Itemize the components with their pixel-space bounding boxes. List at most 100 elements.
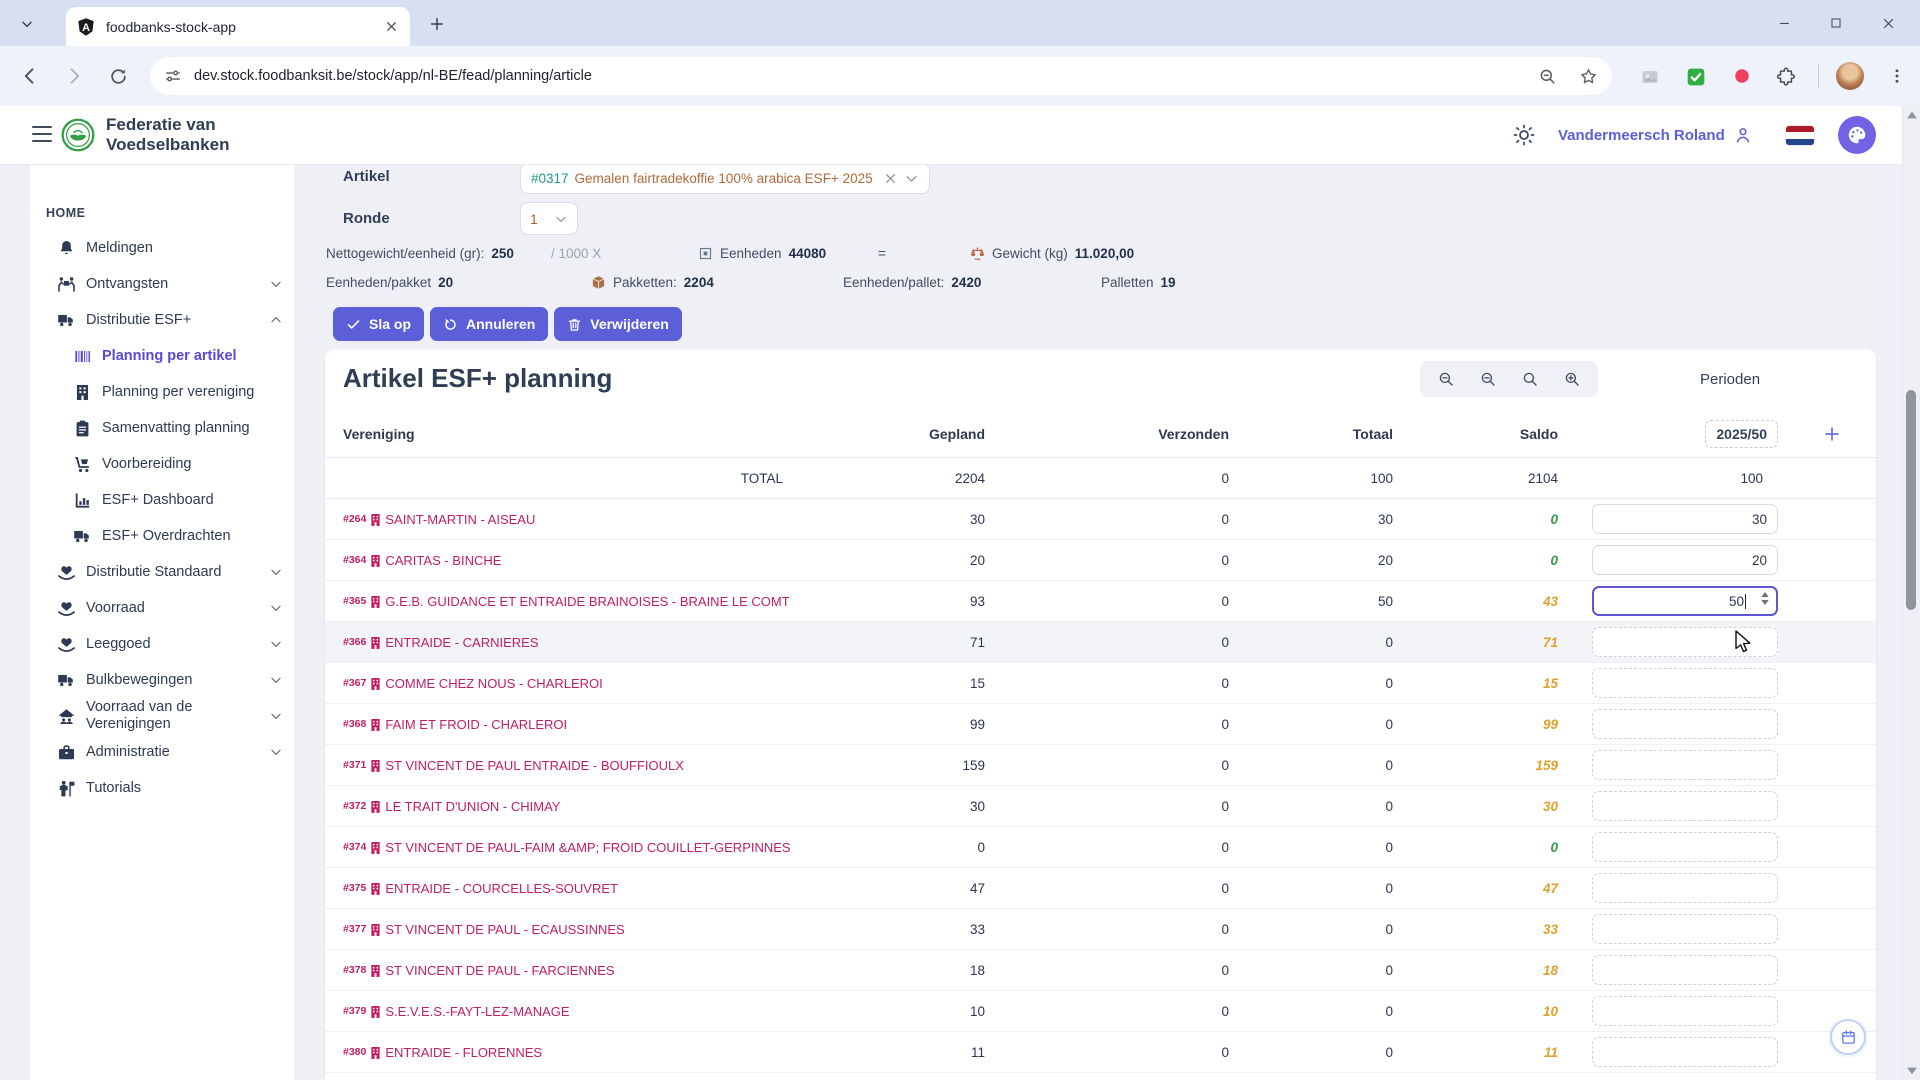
period-quantity-input[interactable] — [1592, 750, 1778, 780]
sidebar-item-distributie-esf[interactable]: Distributie ESF+ — [30, 302, 294, 338]
association-link[interactable]: #368 FAIM ET FROID - CHARLEROI — [325, 717, 790, 732]
sidebar-item-voorraad[interactable]: Voorraad — [30, 590, 294, 626]
period-input[interactable]: 2025/50 — [1705, 420, 1778, 448]
chevron-down-icon[interactable] — [268, 636, 284, 652]
sidebar-item-distributie-standaard[interactable]: Distributie Standaard — [30, 554, 294, 590]
col-gepland[interactable]: Gepland — [790, 426, 987, 442]
period-quantity-input[interactable] — [1592, 955, 1778, 985]
association-link[interactable]: #364 CARITAS - BINCHE — [325, 553, 790, 568]
search-icon[interactable] — [1521, 370, 1539, 388]
clear-artikel-icon[interactable] — [883, 171, 898, 186]
col-saldo[interactable]: Saldo — [1395, 426, 1560, 442]
period-quantity-input[interactable] — [1592, 914, 1778, 944]
association-link[interactable]: #379 S.E.V.E.S.-FAYT-LEZ-MANAGE — [325, 1004, 790, 1019]
chevron-down-icon[interactable] — [268, 564, 284, 580]
theme-palette-button[interactable] — [1838, 116, 1876, 154]
sidebar-item-tutorials[interactable]: Tutorials — [30, 770, 294, 806]
language-flag-nl[interactable] — [1786, 126, 1814, 145]
association-link[interactable]: #372 LE TRAIT D'UNION - CHIMAY — [325, 799, 790, 814]
period-quantity-input[interactable]: 30 — [1592, 504, 1778, 534]
association-link[interactable]: #264 SAINT-MARTIN - AISEAU — [325, 512, 790, 527]
reload-button[interactable] — [106, 64, 130, 88]
period-quantity-input[interactable] — [1592, 791, 1778, 821]
zoom-out-all-icon[interactable] — [1437, 370, 1455, 388]
association-link[interactable]: #365 G.E.B. GUIDANCE ET ENTRAIDE BRAINOI… — [325, 594, 790, 609]
window-maximize-button[interactable] — [1810, 0, 1862, 46]
browser-profile-avatar[interactable] — [1836, 62, 1864, 90]
period-quantity-input[interactable] — [1592, 1037, 1778, 1067]
forward-button[interactable] — [62, 64, 86, 88]
sidebar-item-meldingen[interactable]: Meldingen — [30, 230, 294, 266]
period-quantity-input[interactable] — [1592, 873, 1778, 903]
url-bar[interactable]: dev.stock.foodbanksit.be/stock/app/nl-BE… — [150, 57, 1612, 95]
check-extension-icon[interactable] — [1686, 67, 1706, 87]
delete-button[interactable]: Verwijderen — [554, 307, 682, 341]
sidebar-item-planning-per-vereniging[interactable]: Planning per vereniging — [30, 374, 294, 410]
zoom-out-icon[interactable] — [1479, 370, 1497, 388]
period-quantity-input[interactable] — [1592, 996, 1778, 1026]
period-quantity-input[interactable] — [1592, 832, 1778, 862]
menu-hamburger-button[interactable] — [32, 126, 52, 142]
chevron-down-icon[interactable] — [268, 600, 284, 616]
back-button[interactable] — [18, 64, 42, 88]
tab-close-icon[interactable] — [382, 18, 400, 36]
scroll-down-arrow[interactable] — [1903, 1062, 1920, 1080]
artikel-select[interactable]: #0317 Gemalen fairtradekoffie 100% arabi… — [520, 163, 930, 194]
association-link[interactable]: #375 ENTRAIDE - COURCELLES-SOUVRET — [325, 881, 790, 896]
tab-search-button[interactable] — [16, 13, 38, 35]
association-link[interactable]: #371 ST VINCENT DE PAUL ENTRAIDE - BOUFF… — [325, 758, 790, 773]
zoom-in-icon[interactable] — [1563, 370, 1581, 388]
chevron-down-icon[interactable] — [268, 708, 284, 724]
sidebar-item-esf-overdrachten[interactable]: ESF+ Overdrachten — [30, 518, 294, 554]
save-button[interactable]: Sla op — [333, 307, 424, 341]
association-link[interactable]: #377 ST VINCENT DE PAUL - ECAUSSINNES — [325, 922, 790, 937]
site-settings-icon[interactable] — [164, 67, 182, 85]
chevron-down-icon[interactable] — [904, 171, 919, 186]
cancel-button[interactable]: Annuleren — [430, 307, 548, 341]
browser-tab[interactable]: A foodbanks-stock-app — [66, 7, 410, 46]
sidebar-item-ontvangsten[interactable]: Ontvangsten — [30, 266, 294, 302]
association-link[interactable]: #367 COMME CHEZ NOUS - CHARLEROI — [325, 676, 790, 691]
association-link[interactable]: #366 ENTRAIDE - CARNIERES — [325, 635, 790, 650]
number-spinner[interactable] — [1761, 592, 1769, 605]
zoom-indicator-icon[interactable] — [1538, 67, 1557, 86]
page-scrollbar[interactable] — [1902, 106, 1920, 1080]
user-menu[interactable]: Vandermeersch Roland — [1558, 125, 1753, 145]
screenshot-extension-icon[interactable] — [1640, 67, 1660, 87]
sidebar-item-voorbereiding[interactable]: Voorbereiding — [30, 446, 294, 482]
sidebar-item-administratie[interactable]: Administratie — [30, 734, 294, 770]
ronde-select[interactable]: 1 — [520, 202, 578, 235]
period-quantity-input[interactable]: 20 — [1592, 545, 1778, 575]
chevron-down-icon[interactable] — [268, 672, 284, 688]
sidebar-item-bulkbewegingen[interactable]: Bulkbewegingen — [30, 662, 294, 698]
col-verzonden[interactable]: Verzonden — [987, 426, 1231, 442]
record-extension-icon[interactable] — [1733, 67, 1751, 85]
period-quantity-input[interactable] — [1592, 709, 1778, 739]
chevron-down-icon[interactable] — [268, 276, 284, 292]
association-link[interactable]: #374 ST VINCENT DE PAUL-FAIM &AMP; FROID… — [325, 840, 790, 855]
association-link[interactable]: #378 ST VINCENT DE PAUL - FARCIENNES — [325, 963, 790, 978]
chevron-up-icon[interactable] — [268, 312, 284, 328]
scrollbar-thumb[interactable] — [1906, 390, 1916, 610]
window-minimize-button[interactable] — [1758, 0, 1810, 46]
period-quantity-input[interactable]: 50 — [1592, 586, 1778, 616]
browser-menu-icon[interactable] — [1888, 67, 1906, 85]
chevron-down-icon[interactable] — [268, 744, 284, 760]
extensions-puzzle-icon[interactable] — [1776, 67, 1796, 87]
window-close-button[interactable] — [1862, 0, 1914, 46]
col-totaal[interactable]: Totaal — [1231, 426, 1395, 442]
association-link[interactable]: #380 ENTRAIDE - FLORENNES — [325, 1045, 790, 1060]
col-vereniging[interactable]: Vereniging — [325, 426, 790, 442]
sidebar-item-voorraad-van-de-verenigingen[interactable]: Voorraad van de Verenigingen — [30, 698, 294, 734]
period-calendar-fab[interactable] — [1830, 1019, 1866, 1055]
theme-toggle-sun-icon[interactable] — [1512, 123, 1536, 147]
bookmark-star-icon[interactable] — [1579, 67, 1598, 86]
sidebar-item-esf-dashboard[interactable]: ESF+ Dashboard — [30, 482, 294, 518]
add-period-button[interactable] — [1787, 425, 1876, 443]
sidebar-item-planning-per-artikel[interactable]: Planning per artikel — [30, 338, 294, 374]
scroll-up-arrow[interactable] — [1903, 106, 1920, 124]
new-tab-button[interactable] — [426, 13, 448, 35]
sidebar-item-samenvatting-planning[interactable]: Samenvatting planning — [30, 410, 294, 446]
sidebar-item-leeggoed[interactable]: Leeggoed — [30, 626, 294, 662]
period-quantity-input[interactable] — [1592, 668, 1778, 698]
